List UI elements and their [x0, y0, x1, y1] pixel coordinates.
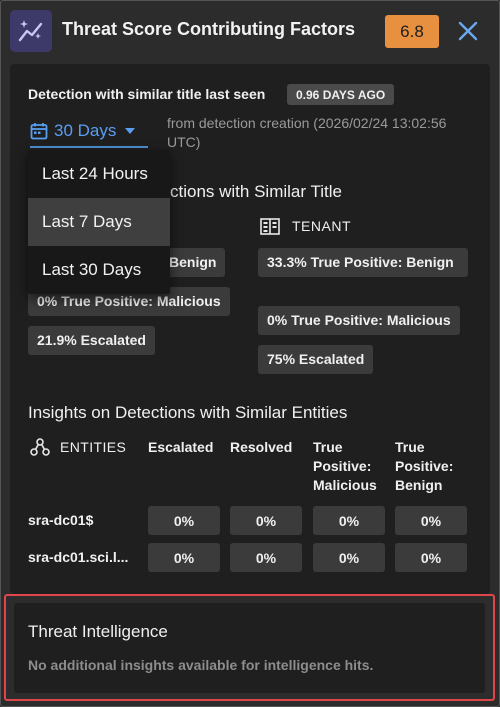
threat-score-badge: 6.8: [385, 15, 439, 48]
chevron-down-icon: [125, 128, 136, 134]
threat-intelligence-highlight: [4, 594, 495, 701]
last-seen-badge: 0.96 DAYS AGO: [287, 84, 395, 105]
close-icon[interactable]: [455, 18, 481, 44]
entities-label: ENTITIES: [60, 439, 127, 455]
similar-title-heading: ctions with Similar Title: [170, 182, 342, 201]
threat-intelligence-section: [14, 603, 485, 693]
time-range-menu: Last 24 Hours Last 7 Days Last 30 Days: [28, 150, 170, 294]
menu-item-last-30-days[interactable]: Last 30 Days: [28, 246, 170, 294]
entities-heading: Insights on Detections with Similar Enti…: [28, 403, 348, 422]
table-cell: 0%: [395, 543, 467, 572]
col-tp-malicious: True Positive: Malicious: [313, 439, 377, 493]
last-seen-label: Detection with similar title last seen: [28, 86, 266, 102]
entity-row-label: sra-dc01$: [28, 512, 94, 528]
tenant-chip-malicious: 0% True Positive: Malicious: [258, 306, 460, 335]
entities-header: ENTITIES: [30, 438, 126, 456]
table-cell: 0%: [148, 506, 220, 535]
table-cell: 0%: [230, 543, 302, 572]
sparkle-trend-icon: [10, 10, 52, 52]
dialog-title: Threat Score Contributing Factors: [62, 19, 356, 39]
menu-item-last-24-hours[interactable]: Last 24 Hours: [28, 150, 170, 198]
col-resolved: Resolved: [230, 439, 293, 455]
col-tp-benign: True Positive: Benign: [395, 439, 454, 493]
menu-item-last-7-days[interactable]: Last 7 Days: [28, 198, 170, 246]
time-range-select[interactable]: 30 Days: [30, 116, 148, 148]
left-chip-escalated: 21.9% Escalated: [28, 326, 155, 355]
col-escalated: Escalated: [148, 439, 214, 455]
dialog-header: Threat Score Contributing Factors 6.8: [0, 0, 500, 62]
insights-panel: Detection with similar title last seen 0…: [10, 64, 490, 594]
table-cell: 0%: [230, 506, 302, 535]
tenant-chip-benign: 33.3% True Positive: Benign: [258, 248, 468, 277]
entities-icon: [30, 438, 50, 456]
time-range-value: 30 Days: [54, 121, 117, 140]
time-range-description: from detection creation (2026/02/24 13:0…: [167, 115, 447, 150]
tenant-header: TENANT: [260, 217, 351, 235]
table-cell: 0%: [313, 506, 385, 535]
building-icon: [260, 218, 280, 235]
table-cell: 0%: [313, 543, 385, 572]
threat-intelligence-title: Threat Intelligence: [28, 622, 168, 641]
threat-intelligence-text: No additional insights available for int…: [28, 657, 374, 673]
table-cell: 0%: [395, 506, 467, 535]
tenant-label: TENANT: [292, 218, 351, 234]
calendar-icon: [30, 123, 48, 140]
tenant-chip-escalated: 75% Escalated: [258, 345, 374, 374]
table-cell: 0%: [148, 543, 220, 572]
entity-row-label: sra-dc01.sci.l...: [28, 549, 129, 565]
